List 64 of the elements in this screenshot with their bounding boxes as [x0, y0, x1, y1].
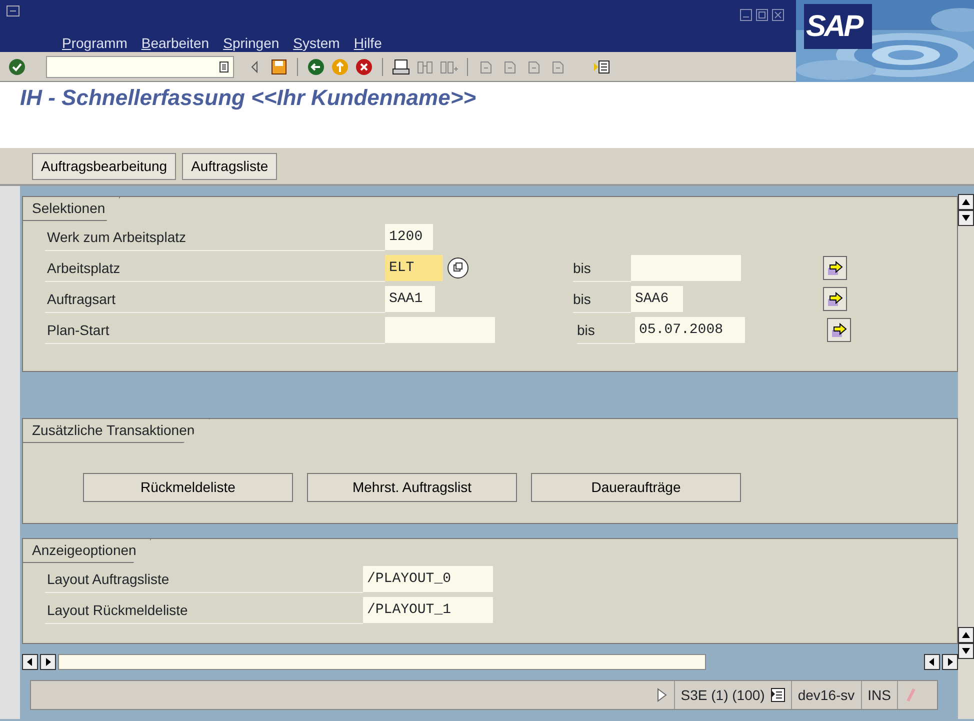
input-mode: INS	[868, 686, 891, 705]
scroll-left-icon[interactable]	[924, 654, 940, 670]
input-field[interactable]	[631, 254, 741, 280]
toolbar-button[interactable]: Auftragsliste	[182, 152, 278, 180]
menu-item[interactable]: Springen	[223, 33, 280, 54]
menu-item[interactable]: Programm	[62, 33, 128, 54]
input-field[interactable]: /PLAYOUT_1	[363, 596, 493, 622]
toolbar-button[interactable]: Auftragsbearbeitung	[32, 152, 176, 180]
menu-item[interactable]: Hilfe	[354, 33, 382, 54]
vertical-scrollbar[interactable]	[958, 194, 974, 719]
input-field[interactable]: SAA6	[631, 286, 683, 312]
group-title: Selektionen	[23, 197, 120, 221]
maximize-icon[interactable]	[756, 9, 768, 21]
field-label: Plan-Start	[45, 316, 385, 344]
multiple-selection-button[interactable]	[823, 286, 847, 310]
close-icon[interactable]	[772, 9, 784, 21]
expand-icon[interactable]	[656, 687, 668, 703]
transaction-button[interactable]: Mehrst. Auftragslist	[307, 473, 517, 502]
save-icon[interactable]	[270, 58, 288, 76]
check-icon[interactable]	[8, 58, 26, 76]
field-label: Auftragsart	[45, 284, 385, 312]
logo: SAP	[804, 4, 872, 49]
arrow-right-icon	[831, 322, 847, 338]
field-label: Arbeitsplatz	[45, 254, 385, 282]
minimize-icon[interactable]	[740, 9, 752, 21]
scroll-right-icon[interactable]	[40, 654, 56, 670]
print-icon[interactable]	[392, 58, 410, 76]
system-info: S3E (1) (100)	[680, 686, 765, 705]
window-menu-icon[interactable]	[6, 5, 20, 17]
transaction-button[interactable]: Rückmeldeliste	[83, 473, 293, 502]
value-help-icon[interactable]	[447, 256, 469, 278]
scrollbar-thumb[interactable]	[58, 654, 706, 670]
field-label: Layout Rückmeldeliste	[45, 596, 363, 624]
arrow-right-icon	[827, 260, 843, 276]
input-field[interactable]: SAA1	[385, 286, 435, 312]
group-title: Zusätzliche Transaktionen	[23, 419, 210, 443]
scroll-right-icon[interactable]	[942, 654, 958, 670]
scroll-up-icon[interactable]	[962, 199, 970, 205]
scroll-down-icon[interactable]	[962, 648, 970, 654]
history-icon[interactable]	[219, 60, 229, 72]
layout-icon[interactable]	[593, 58, 611, 76]
field-label: Layout Auftragsliste	[45, 564, 363, 592]
scroll-up-icon[interactable]	[962, 632, 970, 638]
menu-item[interactable]: Bearbeiten	[141, 33, 210, 54]
status-list-icon[interactable]	[770, 688, 785, 702]
screen-title: IH - Schnellerfassung <<Ihr Kundenname>>	[20, 85, 478, 112]
group-title: Anzeigeoptionen	[23, 539, 152, 563]
multiple-selection-button[interactable]	[823, 256, 847, 280]
input-field[interactable]	[385, 316, 495, 342]
multiple-selection-button[interactable]	[827, 318, 851, 342]
input-field[interactable]: 1200	[385, 224, 433, 250]
server-name: dev16-sv	[798, 686, 855, 705]
scroll-left-icon[interactable]	[22, 654, 38, 670]
scroll-down-icon[interactable]	[962, 215, 970, 221]
command-field[interactable]	[46, 56, 234, 78]
arrow-right-icon	[827, 290, 843, 306]
cancel-icon[interactable]	[355, 58, 373, 76]
back-icon[interactable]	[307, 58, 325, 76]
transaction-button[interactable]: Daueraufträge	[531, 473, 741, 502]
menu-item[interactable]: System	[293, 33, 340, 54]
input-field[interactable]: ELT	[385, 254, 443, 280]
input-field[interactable]: 05.07.2008	[635, 316, 745, 342]
input-field[interactable]: /PLAYOUT_0	[363, 566, 493, 592]
field-label: Werk zum Arbeitsplatz	[45, 222, 385, 250]
